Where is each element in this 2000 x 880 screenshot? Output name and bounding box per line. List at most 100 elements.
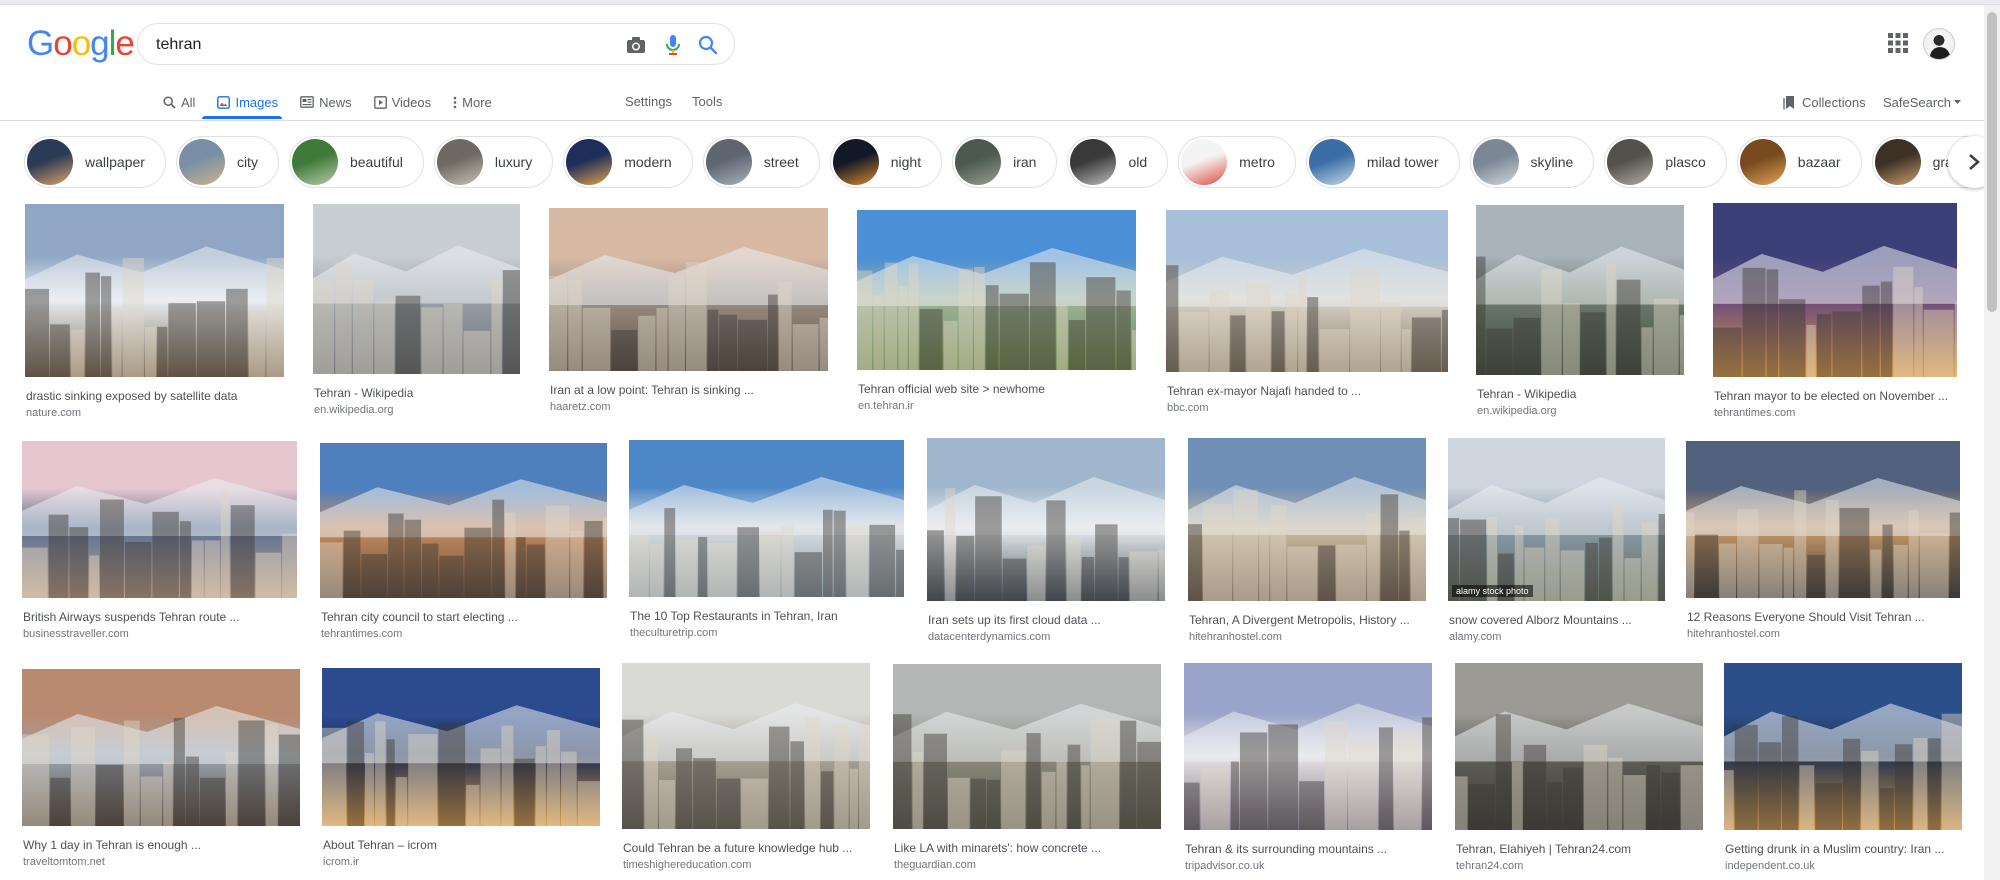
chip-modern[interactable]: modern <box>563 136 693 188</box>
chip-milad-tower[interactable]: milad tower <box>1305 136 1460 188</box>
image-result[interactable]: About Tehran – icrom icrom.ir <box>322 668 600 874</box>
result-thumbnail[interactable] <box>857 210 1136 370</box>
result-thumbnail[interactable] <box>927 438 1165 601</box>
image-result[interactable]: drastic sinking exposed by satellite dat… <box>25 204 284 425</box>
image-result[interactable]: Tehran - Wikipedia en.wikipedia.org <box>313 204 520 422</box>
result-title[interactable]: Tehran city council to start electing ..… <box>321 610 604 624</box>
image-result[interactable]: Tehran official web site > newhome en.teh… <box>857 210 1136 418</box>
chip-luxury[interactable]: luxury <box>433 136 554 188</box>
city-skyline-graphic <box>857 248 1136 370</box>
image-result[interactable]: Tehran - Wikipedia en.wikipedia.org <box>1476 205 1684 423</box>
image-result[interactable]: Tehran, A Divergent Metropolis, History … <box>1188 438 1426 649</box>
chip-plasco[interactable]: plasco <box>1604 136 1727 188</box>
result-source: en.wikipedia.org <box>1477 405 1557 417</box>
image-result[interactable]: Why 1 day in Tehran is enough ... travelt… <box>22 669 300 874</box>
apps-grid-icon[interactable] <box>1887 32 1909 54</box>
result-title[interactable]: About Tehran – icrom <box>323 838 597 852</box>
result-title[interactable]: Tehran official web site > newhome <box>858 382 1133 396</box>
result-title[interactable]: Iran at a low point: Tehran is sinking .… <box>550 383 825 397</box>
result-title[interactable]: The 10 Top Restaurants in Tehran, Iran <box>630 609 901 623</box>
microphone-icon[interactable] <box>661 33 685 57</box>
account-avatar[interactable] <box>1923 28 1955 60</box>
image-result[interactable]: Tehran, Elahiyeh | Tehran24.com tehran24.… <box>1455 663 1703 878</box>
chip-old[interactable]: old <box>1067 136 1169 188</box>
result-title[interactable]: Tehran mayor to be elected on November .… <box>1714 389 1954 403</box>
search-input[interactable] <box>156 34 596 56</box>
result-source: hitehranhostel.com <box>1687 628 1780 640</box>
result-thumbnail[interactable] <box>322 668 600 826</box>
image-result[interactable]: British Airways suspends Tehran route ..… <box>22 441 297 646</box>
result-title[interactable]: British Airways suspends Tehran route ..… <box>23 610 294 624</box>
image-result[interactable]: Iran at a low point: Tehran is sinking .… <box>549 208 828 419</box>
tools-link[interactable]: Tools <box>692 86 722 118</box>
result-thumbnail[interactable] <box>1455 663 1703 830</box>
result-thumbnail[interactable] <box>320 443 607 598</box>
result-thumbnail[interactable] <box>1184 663 1432 830</box>
header-divider <box>0 120 2000 121</box>
result-thumbnail[interactable] <box>1166 210 1448 372</box>
result-thumbnail[interactable] <box>893 664 1161 829</box>
result-title[interactable]: Iran sets up its first cloud data ... <box>928 613 1162 627</box>
chip-bazaar[interactable]: bazaar <box>1736 136 1862 188</box>
tab-more[interactable]: More <box>444 86 501 118</box>
image-result[interactable]: The 10 Top Restaurants in Tehran, Iran th… <box>629 440 904 645</box>
result-title[interactable]: Tehran, Elahiyeh | Tehran24.com <box>1456 842 1700 856</box>
result-thumbnail[interactable] <box>1686 441 1960 598</box>
news-icon <box>300 96 314 108</box>
result-title[interactable]: snow covered Alborz Mountains ... <box>1449 613 1662 627</box>
result-thumbnail[interactable] <box>1724 663 1962 830</box>
image-result[interactable]: Tehran ex-mayor Najafi handed to ... bbc.… <box>1166 210 1448 420</box>
camera-icon[interactable] <box>624 33 648 57</box>
collections-link[interactable]: Collections <box>1783 86 1866 118</box>
chip-metro[interactable]: metro <box>1178 136 1296 188</box>
result-title[interactable]: Why 1 day in Tehran is enough ... <box>23 838 297 852</box>
search-icon[interactable] <box>696 33 720 57</box>
scrollbar-thumb[interactable] <box>1987 12 1997 312</box>
chip-skyline[interactable]: skyline <box>1469 136 1595 188</box>
image-result[interactable]: Tehran mayor to be elected on November .… <box>1713 203 1957 425</box>
tab-all[interactable]: All <box>154 86 204 118</box>
image-result[interactable]: Like LA with minarets': how concrete ...… <box>893 664 1161 877</box>
chip-thumbnail <box>436 139 483 185</box>
result-thumbnail[interactable] <box>622 663 870 829</box>
result-thumbnail[interactable] <box>25 204 284 377</box>
result-title[interactable]: Could Tehran be a future knowledge hub .… <box>623 841 867 855</box>
image-result[interactable]: Could Tehran be a future knowledge hub .… <box>622 663 870 877</box>
result-title[interactable]: Tehran ex-mayor Najafi handed to ... <box>1167 384 1445 398</box>
chip-street[interactable]: street <box>702 136 820 188</box>
result-thumbnail[interactable] <box>1713 203 1957 377</box>
google-logo[interactable]: Google <box>27 26 135 62</box>
image-result[interactable]: Getting drunk in a Muslim country: Iran … <box>1724 663 1962 878</box>
image-result[interactable]: alamy stock photo snow covered Alborz Mou… <box>1448 438 1665 649</box>
result-thumbnail[interactable] <box>629 440 904 597</box>
tab-videos[interactable]: Videos <box>365 86 441 118</box>
result-thumbnail[interactable]: alamy stock photo <box>1448 438 1665 601</box>
result-title[interactable]: Tehran - Wikipedia <box>314 386 517 400</box>
tab-images[interactable]: Images <box>208 86 287 118</box>
result-title[interactable]: Getting drunk in a Muslim country: Iran … <box>1725 842 1959 856</box>
image-result[interactable]: Tehran city council to start electing ..… <box>320 443 607 646</box>
result-thumbnail[interactable] <box>22 669 300 826</box>
chip-beautiful[interactable]: beautiful <box>288 136 424 188</box>
settings-link[interactable]: Settings <box>625 86 672 118</box>
result-title[interactable]: Like LA with minarets': how concrete ... <box>894 841 1158 855</box>
image-result[interactable]: Iran sets up its first cloud data ... dat… <box>927 438 1165 649</box>
image-result[interactable]: Tehran & its surrounding mountains ... tr… <box>1184 663 1432 878</box>
result-thumbnail[interactable] <box>1188 438 1426 601</box>
chip-city[interactable]: city <box>175 136 279 188</box>
result-thumbnail[interactable] <box>313 204 520 374</box>
safesearch-menu[interactable]: SafeSearch <box>1883 86 1961 118</box>
result-title[interactable]: Tehran - Wikipedia <box>1477 387 1681 401</box>
result-title[interactable]: Tehran, A Divergent Metropolis, History … <box>1189 613 1423 627</box>
image-result[interactable]: 12 Reasons Everyone Should Visit Tehran … <box>1686 441 1960 646</box>
result-thumbnail[interactable] <box>549 208 828 371</box>
result-title[interactable]: 12 Reasons Everyone Should Visit Tehran … <box>1687 610 1957 624</box>
chip-iran[interactable]: iran <box>952 136 1058 188</box>
result-thumbnail[interactable] <box>1476 205 1684 375</box>
chip-wallpaper[interactable]: wallpaper <box>24 136 166 188</box>
result-thumbnail[interactable] <box>22 441 297 598</box>
result-title[interactable]: Tehran & its surrounding mountains ... <box>1185 842 1429 856</box>
tab-news[interactable]: News <box>291 86 361 118</box>
result-title[interactable]: drastic sinking exposed by satellite dat… <box>26 389 281 403</box>
chip-night[interactable]: night <box>829 136 943 188</box>
